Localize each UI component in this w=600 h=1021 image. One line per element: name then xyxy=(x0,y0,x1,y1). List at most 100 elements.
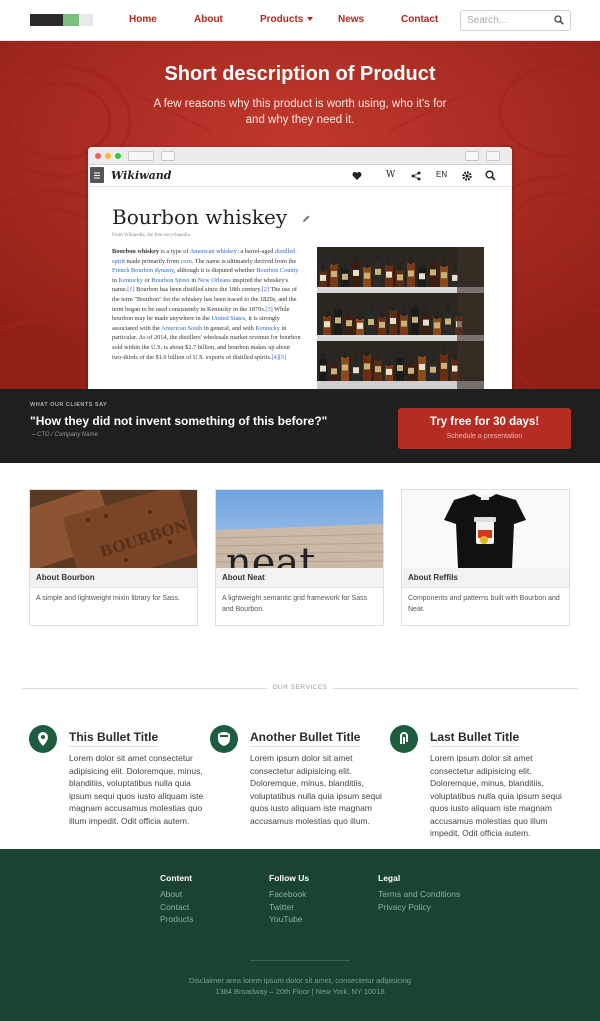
footer-heading: Follow Us xyxy=(269,873,310,883)
card-description: Components and patterns built with Bourb… xyxy=(408,595,560,613)
footer-heading: Content xyxy=(160,873,193,883)
article-link[interactable]: Kentucky xyxy=(255,325,279,332)
site-logo[interactable] xyxy=(30,14,93,26)
shield-icon xyxy=(210,725,238,753)
article-link[interactable]: American whiskey xyxy=(190,248,237,255)
footer-column-legal: Legal Terms and Conditions Privacy Polic… xyxy=(378,873,460,913)
top-nav: Home About Products News Contact xyxy=(0,0,600,41)
nav-news-link[interactable]: News xyxy=(338,14,364,25)
nav-contact-link[interactable]: Contact xyxy=(401,14,438,25)
footer-link-privacy[interactable]: Privacy Policy xyxy=(378,901,460,914)
card-title: About Reffils xyxy=(402,568,569,588)
footer-column-follow: Follow Us Facebook Twitter YouTube xyxy=(269,873,309,926)
paperclip-icon xyxy=(390,725,418,753)
share-icon xyxy=(411,171,421,181)
card-about-bourbon[interactable]: BOURBON About Bourbon A simple and light… xyxy=(29,489,198,626)
footer-link-products[interactable]: Products xyxy=(160,913,194,926)
article-text: in xyxy=(189,276,198,284)
nav-products-link[interactable]: Products xyxy=(260,14,314,25)
cta-sublabel: Schedule a presentation xyxy=(446,433,523,440)
card-about-reffils[interactable]: About Reffils Components and patterns bu… xyxy=(401,489,570,626)
disclaimer-text: Disclaimer area lorem ipsum dolor sit am… xyxy=(188,976,412,985)
testimonial-author: – CTO / Company Name xyxy=(32,432,98,438)
neat-sign-image: neat xyxy=(216,490,383,568)
footer-link-youtube[interactable]: YouTube xyxy=(269,913,309,926)
sidebar-toggle-icon xyxy=(161,151,175,161)
article-title-text: Bourbon whiskey xyxy=(112,205,288,229)
address-text: 1384 Broadway – 20th Floor | New York, N… xyxy=(215,987,385,996)
article-link[interactable]: Bourbon County xyxy=(256,267,298,274)
article-link[interactable]: Kentucky xyxy=(118,277,142,284)
tabs-icon xyxy=(486,151,500,161)
pencil-icon xyxy=(302,215,310,222)
article-text: : a barrel-aged xyxy=(237,248,276,255)
language-label: EN xyxy=(436,170,448,179)
liquor-shelf-photo xyxy=(317,247,484,389)
search-box[interactable] xyxy=(460,10,571,31)
services-label: OUR SERVICES xyxy=(272,684,328,691)
location-pin-icon xyxy=(29,725,57,753)
article-text: , although it is disputed whether xyxy=(173,267,257,275)
card-description: A simple and lightweight mixin library f… xyxy=(36,595,180,602)
footer-link-twitter[interactable]: Twitter xyxy=(269,901,309,914)
search-input[interactable] xyxy=(467,15,547,26)
search-icon xyxy=(485,170,496,181)
card-about-neat[interactable]: neat About Neat A lightweight semantic g… xyxy=(215,489,384,626)
close-dot-icon xyxy=(95,153,101,159)
article-link[interactable]: [3] xyxy=(265,306,272,313)
article-source-line: From Wikipedia, the free encyclopedia xyxy=(112,233,190,238)
footer-link-facebook[interactable]: Facebook xyxy=(269,888,309,901)
browser-mockup: Wikiwand W EN Bourbon whiskey From Wikip… xyxy=(88,147,512,389)
site-footer: Content About Contact Products Follow Us… xyxy=(0,849,600,1021)
article-link[interactable]: [2] xyxy=(262,286,269,293)
footer-disclaimer: Disclaimer area lorem ipsum dolor sit am… xyxy=(0,975,600,997)
nav-about-link[interactable]: About xyxy=(194,14,223,25)
article-text: . The name is ultimately derived from th… xyxy=(191,257,297,265)
hero-title: Short description of Product xyxy=(164,63,436,85)
article-link[interactable]: [1] xyxy=(127,286,134,293)
divider xyxy=(250,960,350,961)
article-link[interactable]: Bourbon Street xyxy=(151,277,189,284)
article-text: made primarily from xyxy=(124,257,181,265)
hero-subtitle: A few reasons why this product is worth … xyxy=(153,98,447,126)
heart-icon xyxy=(352,172,362,180)
service-title: Another Bullet Title xyxy=(250,730,361,747)
article-link[interactable]: [4][5] xyxy=(272,354,287,361)
browser-chrome xyxy=(88,147,512,165)
footer-link-contact[interactable]: Contact xyxy=(160,901,194,914)
footer-link-about[interactable]: About xyxy=(160,888,194,901)
article-bold-term: Bourbon whiskey xyxy=(112,248,160,255)
share-icon xyxy=(465,151,479,161)
cta-label: Try free for 30 days! xyxy=(429,416,540,428)
card-description: A lightweight semantic grid framework fo… xyxy=(222,595,368,613)
gear-icon xyxy=(462,171,472,181)
tshirt-image xyxy=(402,490,569,568)
article-link[interactable]: French Bourbon dynasty xyxy=(112,267,174,274)
testimonial-kicker: WHAT OUR CLIENTS SAY xyxy=(30,402,108,408)
search-icon[interactable] xyxy=(554,15,564,25)
svg-text:neat: neat xyxy=(226,540,315,568)
article-link[interactable]: American South xyxy=(161,325,202,332)
free-trial-button[interactable]: Try free for 30 days! Schedule a present… xyxy=(398,408,571,449)
menu-icon xyxy=(90,167,104,183)
service-text: Lorem dolor sit amet consectetur adipisi… xyxy=(69,753,204,826)
service-title: Last Bullet Title xyxy=(430,730,520,747)
nav-home-link[interactable]: Home xyxy=(129,14,157,25)
service-title: This Bullet Title xyxy=(69,730,159,747)
footer-heading: Legal xyxy=(378,873,401,883)
minimize-dot-icon xyxy=(105,153,111,159)
article-link[interactable]: New Orleans xyxy=(198,277,231,284)
chevron-down-icon xyxy=(307,17,314,22)
nav-products-label: Products xyxy=(260,14,304,25)
article-text: Bourbon has been distilled since the 18t… xyxy=(134,286,262,294)
maximize-dot-icon xyxy=(115,153,121,159)
card-title: About Bourbon xyxy=(30,568,197,588)
card-title: About Neat xyxy=(216,568,383,588)
back-forward-buttons xyxy=(128,151,154,161)
article-body: Bourbon whiskey is a type of American wh… xyxy=(112,247,302,362)
wikiwand-toolbar: Wikiwand W EN xyxy=(88,165,512,187)
article-link[interactable]: United States xyxy=(212,315,246,322)
article-title: Bourbon whiskey xyxy=(112,205,310,229)
article-link[interactable]: corn xyxy=(181,258,192,265)
footer-link-terms[interactable]: Terms and Conditions xyxy=(378,888,460,901)
